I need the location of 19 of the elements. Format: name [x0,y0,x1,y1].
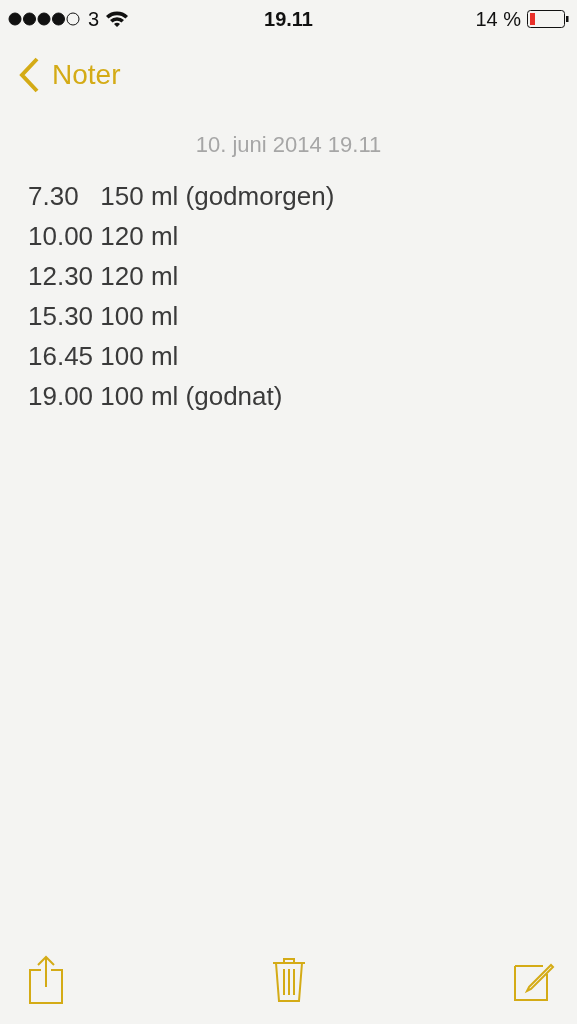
share-button[interactable] [28,955,64,1005]
status-time: 19.11 [264,7,313,31]
note-line: 7.30 150 ml (godmorgen) [28,180,336,213]
note-line: 12.30 120 ml [28,260,180,293]
note-date: 10. juni 2014 19.11 [194,132,383,158]
carrier-label: 3 [88,7,100,31]
chevron-left-icon [18,57,40,93]
note-line: 10.00 120 ml [28,220,180,253]
wifi-icon [105,10,130,28]
share-icon [28,955,64,1005]
note-line: 15.30 100 ml [28,300,180,333]
back-button[interactable]: Noter [18,57,121,93]
battery-percentage: 14 % [475,7,521,31]
trash-icon [271,957,306,1003]
signal-strength-icon [8,12,82,26]
note-line: 19.00 100 ml (godnat) [28,380,284,413]
delete-button[interactable] [271,957,306,1003]
note-line: 16.45 100 ml [28,340,180,373]
battery-icon [527,10,569,28]
